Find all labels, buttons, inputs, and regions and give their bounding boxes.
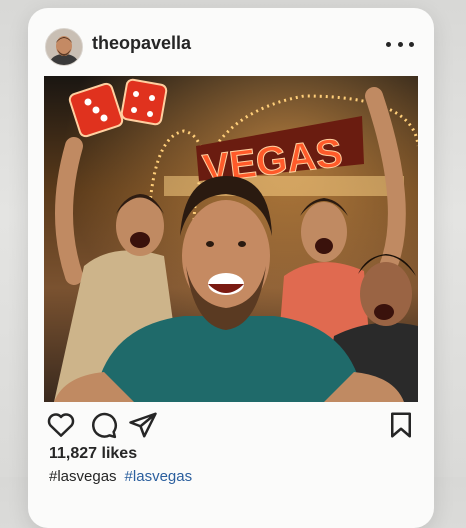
username[interactable]: theopavella [92,33,191,54]
more-horizontal-icon [386,41,391,47]
heart-icon [47,413,75,437]
save-button[interactable] [386,410,416,440]
post-header: theopavella [28,8,434,78]
bookmark-icon [391,412,411,438]
post-card: theopavella VEGAS 11,827 likes #lasvegas… [28,8,434,528]
like-button[interactable] [46,410,76,440]
comment-button[interactable] [88,410,118,440]
post-image[interactable]: VEGAS [44,76,418,402]
post-actions [44,410,418,440]
avatar[interactable] [45,28,83,66]
vegas-selfie-illustration: VEGAS [44,76,418,402]
more-options-button[interactable] [386,34,414,54]
share-button[interactable] [128,410,158,440]
avatar-photo [46,29,82,65]
comment-icon [92,412,117,439]
send-icon [129,412,157,438]
likes-count[interactable]: 11,827 likes [49,445,137,463]
